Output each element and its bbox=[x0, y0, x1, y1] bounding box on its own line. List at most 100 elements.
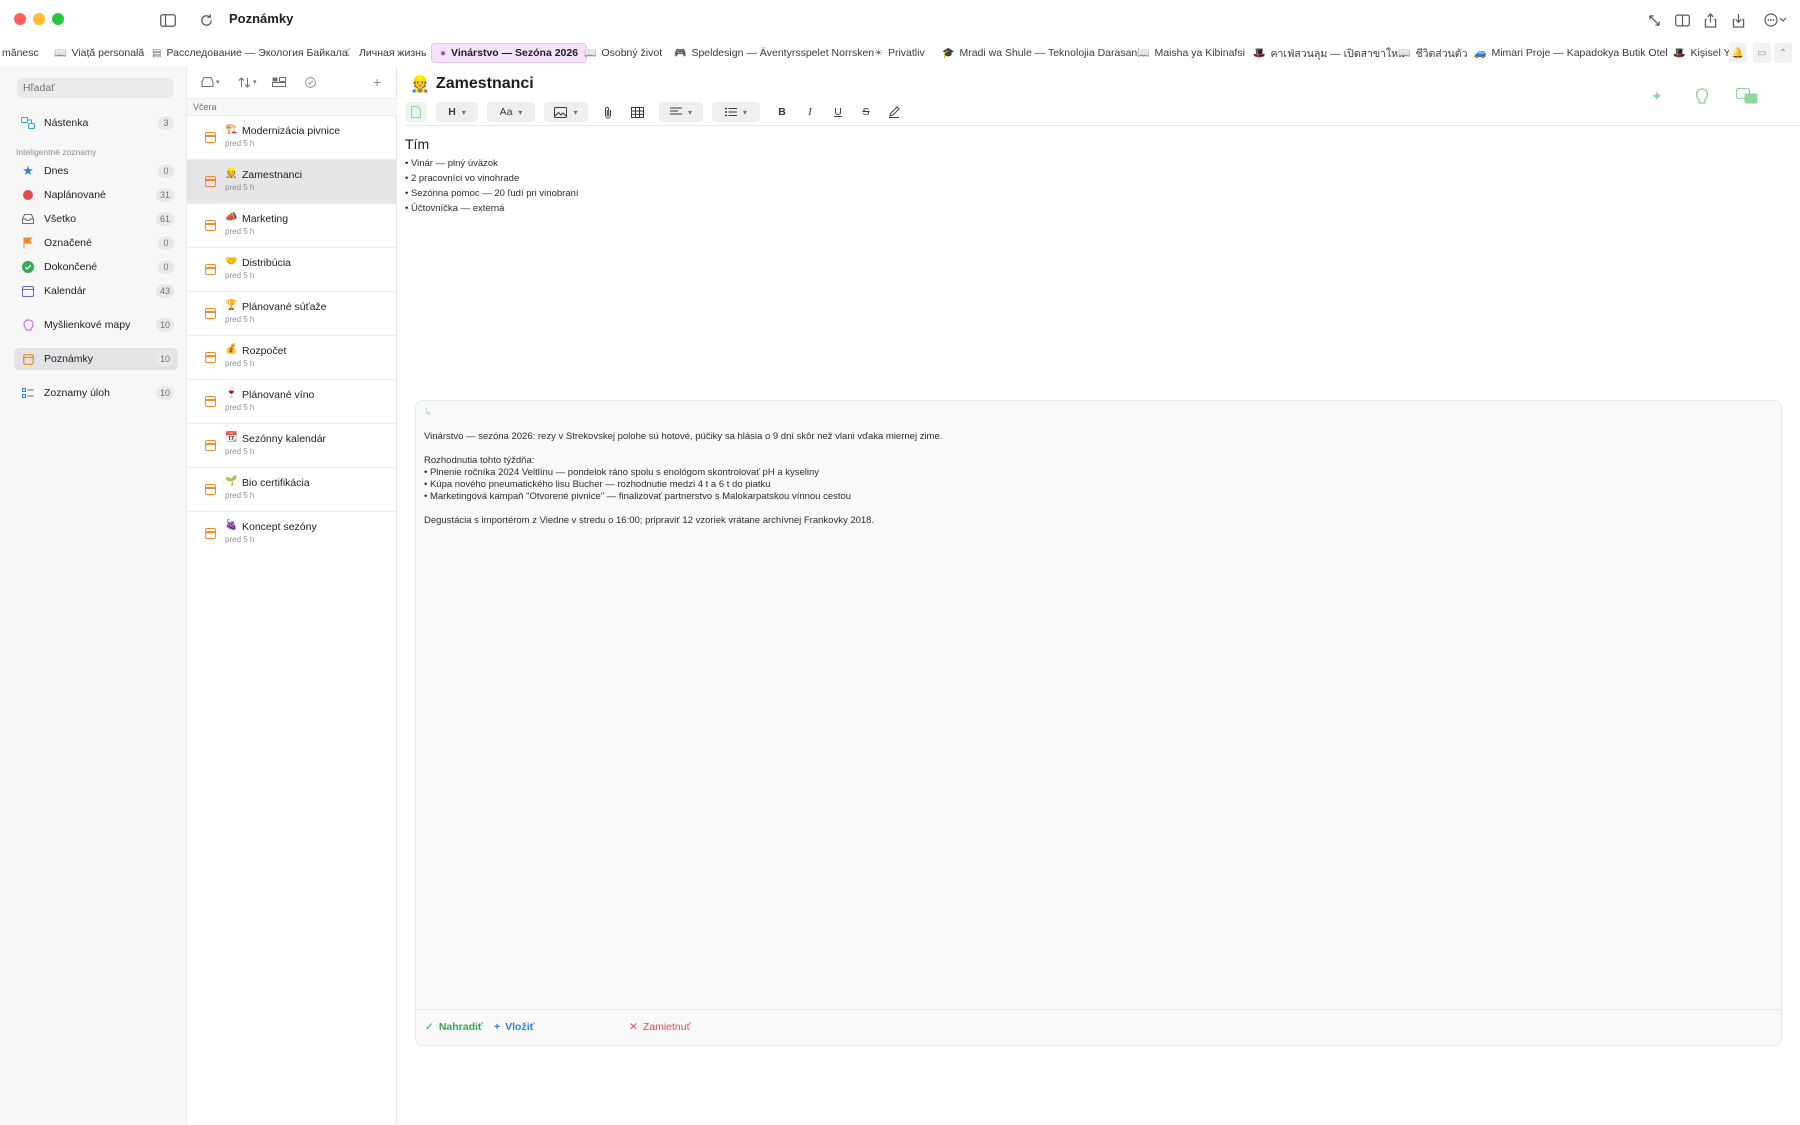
tab-7[interactable]: ☀ Privatliv bbox=[870, 43, 929, 63]
note-time: pred 5 h bbox=[225, 315, 255, 324]
split-view-icon[interactable] bbox=[1672, 10, 1692, 30]
share-icon[interactable] bbox=[1700, 10, 1720, 30]
note-title-heading[interactable]: 👷 Zamestnanci bbox=[410, 74, 534, 94]
ai-line: Rozhodnutia tohto týždňa: bbox=[424, 455, 535, 466]
note-row[interactable]: 📆 Sezónny kalendár pred 5 h bbox=[187, 424, 398, 468]
calendar-red-icon bbox=[20, 187, 36, 203]
bell-icon[interactable]: 🔔 bbox=[1729, 43, 1747, 63]
tab-2[interactable]: ▤ Расследование — Экология Байкала bbox=[148, 43, 352, 63]
note-row[interactable]: 🍇 Koncept sezóny pred 5 h bbox=[187, 512, 398, 556]
export-icon[interactable] bbox=[1728, 10, 1748, 30]
filter-menu-icon[interactable]: ▾ bbox=[201, 74, 220, 90]
heading-dropdown[interactable]: H ▾ bbox=[436, 102, 478, 122]
chevron-down-icon: ▾ bbox=[687, 107, 692, 117]
note-time: pred 5 h bbox=[225, 227, 255, 236]
ai-doc-icon[interactable] bbox=[405, 102, 427, 122]
replace-button[interactable]: ✓ Nahradiť bbox=[425, 1021, 483, 1033]
insert-label: Vložiť bbox=[505, 1021, 535, 1033]
sync-icon[interactable] bbox=[196, 10, 216, 30]
sidebar-item-board[interactable]: Nástenka 3 bbox=[14, 112, 178, 134]
list-icon bbox=[724, 107, 737, 117]
view-mode-icon[interactable] bbox=[272, 74, 286, 90]
tab-3[interactable]: ☾ Личная жизнь bbox=[341, 43, 430, 63]
chevron-up-icon[interactable]: ⌃ bbox=[1774, 43, 1792, 63]
note-row[interactable]: 🌱 Bio certifikácia pred 5 h bbox=[187, 468, 398, 512]
reject-button[interactable]: ✕ Zamietnuť bbox=[629, 1021, 691, 1033]
sidebar-item-mindmaps[interactable]: Myšlienkové mapy 10 bbox=[14, 314, 178, 336]
tab-overview-icon[interactable]: ▭ bbox=[1753, 43, 1771, 63]
strikethrough-button[interactable]: S bbox=[855, 102, 877, 122]
note-row-selected[interactable]: 👷 Zamestnanci pred 5 h bbox=[187, 160, 398, 204]
tab-label: Viață personală bbox=[71, 47, 145, 59]
brain-ai-icon[interactable] bbox=[1687, 82, 1717, 110]
close-window-button[interactable] bbox=[14, 13, 26, 25]
note-body[interactable]: Tím • Vinár — plný úväzok • 2 pracovníci… bbox=[405, 136, 579, 216]
tab-label: Privatliv bbox=[887, 47, 925, 59]
tab-9[interactable]: 📖 Maisha ya Kibinafsi bbox=[1133, 43, 1249, 63]
sidebar-item-completed[interactable]: Dokončené 0 bbox=[14, 256, 178, 278]
sidebar-item-calendar[interactable]: Kalendár 43 bbox=[14, 280, 178, 302]
add-note-icon[interactable]: + bbox=[373, 74, 381, 90]
search-input[interactable] bbox=[17, 78, 173, 98]
count-badge: 0 bbox=[158, 164, 174, 178]
book-icon: 📖 bbox=[1398, 47, 1411, 59]
sidebar-item-tasklists[interactable]: Zoznamy úloh 10 bbox=[14, 382, 178, 404]
sparkle-icon[interactable]: ✦ bbox=[1642, 82, 1672, 110]
note-row[interactable]: 💰 Rozpočet pred 5 h bbox=[187, 336, 398, 380]
sidebar-item-all[interactable]: Všetko 61 bbox=[14, 208, 178, 230]
check-circle-icon bbox=[20, 259, 36, 275]
sidebar-item-notes[interactable]: Poznámky 10 bbox=[14, 348, 178, 370]
note-row[interactable]: 📣 Marketing pred 5 h bbox=[187, 204, 398, 248]
sidebar-item-scheduled[interactable]: Naplánované 31 bbox=[14, 184, 178, 206]
ai-suggestion-text[interactable]: Vinárstvo — sezóna 2026: rezy v Strekovs… bbox=[424, 431, 1764, 527]
tab-0[interactable]: mănesc bbox=[0, 43, 43, 63]
tab-active[interactable]: ● Vinárstvo — Sezóna 2026 bbox=[431, 43, 588, 63]
book-icon: 📖 bbox=[1137, 47, 1150, 59]
maximize-window-button[interactable] bbox=[52, 13, 64, 25]
resize-icon[interactable] bbox=[1644, 10, 1664, 30]
tab-1[interactable]: 📖 Viață personală bbox=[50, 43, 148, 63]
italic-button[interactable]: I bbox=[799, 102, 821, 122]
note-row[interactable]: 🏆 Plánované súťaže pred 5 h bbox=[187, 292, 398, 336]
minimize-window-button[interactable] bbox=[33, 13, 45, 25]
table-icon[interactable] bbox=[626, 102, 648, 122]
tab-label: Расследование — Экология Байкала bbox=[166, 47, 348, 59]
tab-8[interactable]: 🎓 Mradi wa Shule — Teknolojia Darasani bbox=[938, 43, 1144, 63]
font-dropdown[interactable]: Aa ▾ bbox=[487, 102, 535, 122]
sidebar-item-today[interactable]: ★ Dnes 0 bbox=[14, 160, 178, 182]
sort-menu-icon[interactable]: ▾ bbox=[238, 74, 257, 90]
list-dropdown[interactable]: ▾ bbox=[712, 102, 760, 122]
image-dropdown[interactable]: ▾ bbox=[544, 102, 588, 122]
translate-icon[interactable] bbox=[1732, 82, 1762, 110]
highlight-pen-icon[interactable] bbox=[883, 102, 905, 122]
tab-label: Maisha ya Kibinafsi bbox=[1154, 47, 1245, 59]
note-icon bbox=[205, 352, 216, 363]
note-title: Rozpočet bbox=[242, 345, 287, 357]
ai-line: • Kúpa nového pneumatického lisu Bucher … bbox=[424, 479, 771, 490]
sidebar-item-label: Poznámky bbox=[44, 353, 94, 365]
image-icon bbox=[554, 106, 568, 118]
sidebar-item-flagged[interactable]: Označené 0 bbox=[14, 232, 178, 254]
sidebar-toggle-icon[interactable] bbox=[158, 10, 178, 30]
tab-5[interactable]: 📖 Osobný život bbox=[580, 43, 666, 63]
tab-13[interactable]: 🎩 Kişisel Y bbox=[1669, 43, 1735, 63]
tab-10[interactable]: 🎩 คาเฟ่สวนลุม — เปิดสาขาใหม่ bbox=[1249, 43, 1409, 63]
more-options-icon[interactable] bbox=[1762, 10, 1790, 30]
note-row[interactable]: 🏗️ Modernizácia pivnice pred 5 h bbox=[187, 116, 398, 160]
count-badge: 43 bbox=[155, 284, 174, 298]
tab-6[interactable]: 🎮 Speldesign — Äventyrsspelet Norrsken bbox=[670, 43, 878, 63]
bold-button[interactable]: B bbox=[771, 102, 793, 122]
underline-button[interactable]: U bbox=[827, 102, 849, 122]
attachment-icon[interactable] bbox=[597, 102, 619, 122]
tab-11[interactable]: 📖 ชีวิตส่วนตัว bbox=[1394, 43, 1472, 63]
check-filter-icon[interactable] bbox=[305, 74, 316, 90]
note-row[interactable]: 🍷 Plánované víno pred 5 h bbox=[187, 380, 398, 424]
note-row[interactable]: 🤝 Distribúcia pred 5 h bbox=[187, 248, 398, 292]
align-dropdown[interactable]: ▾ bbox=[659, 102, 703, 122]
tab-12[interactable]: 🚙 Mimari Proje — Kapadokya Butik Otel bbox=[1470, 43, 1672, 63]
note-emoji: 🍷 bbox=[225, 388, 238, 399]
section-label: Inteligentné zoznamy bbox=[16, 147, 97, 157]
insert-button[interactable]: + Vložiť bbox=[494, 1021, 535, 1033]
note-icon bbox=[205, 484, 216, 495]
note-title: Modernizácia pivnice bbox=[242, 125, 341, 137]
